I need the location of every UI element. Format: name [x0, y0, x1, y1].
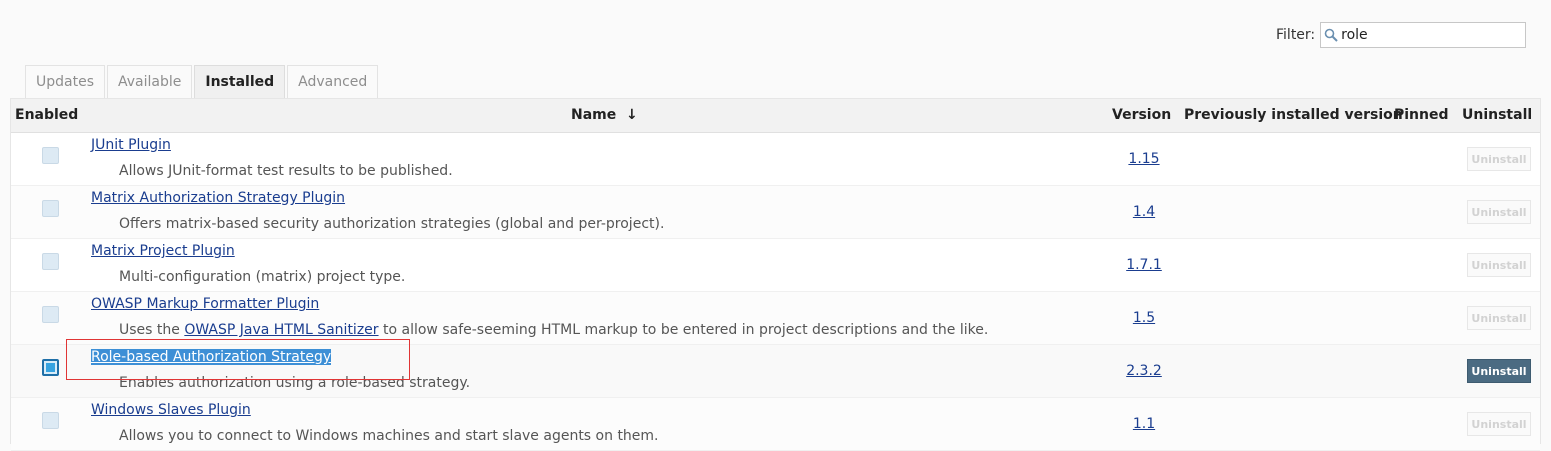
table-header: Enabled Name ↓ Version Previously instal…	[11, 99, 1540, 133]
description-text: Uses the	[119, 322, 185, 338]
plugin-name-link[interactable]: Role-based Authorization Strategy	[91, 349, 332, 365]
enabled-checkbox[interactable]	[42, 359, 59, 376]
uninstall-button[interactable]: Uninstall	[1467, 412, 1531, 436]
filter-input-box[interactable]	[1320, 22, 1527, 48]
table-row: Role-based Authorization Strategy Enable…	[11, 345, 1540, 398]
enabled-checkbox[interactable]	[42, 306, 59, 323]
header-uninstall[interactable]: Uninstall	[1462, 107, 1532, 123]
table-row: Matrix Project Plugin Multi-configuratio…	[11, 239, 1540, 292]
tab-advanced[interactable]: Advanced	[287, 65, 379, 98]
plugin-name-link[interactable]: OWASP Markup Formatter Plugin	[91, 296, 319, 312]
header-enabled[interactable]: Enabled	[15, 107, 78, 123]
plugin-description: Multi-configuration (matrix) project typ…	[119, 269, 406, 285]
tab-available[interactable]: Available	[107, 65, 193, 98]
plugin-description: Uses the OWASP Java HTML Sanitizer to al…	[119, 322, 988, 338]
plugin-tabs: Updates Available Installed Advanced	[25, 65, 380, 98]
tab-updates[interactable]: Updates	[25, 65, 105, 98]
filter-label: Filter:	[1276, 27, 1316, 43]
plugin-version-link[interactable]: 1.4	[1111, 204, 1177, 220]
plugin-name-link[interactable]: Matrix Project Plugin	[91, 243, 235, 259]
uninstall-button[interactable]: Uninstall	[1467, 359, 1531, 383]
table-row: JUnit Plugin Allows JUnit-format test re…	[11, 133, 1540, 186]
description-text: to allow safe-seeming HTML markup to be …	[378, 322, 989, 338]
plugin-name-link[interactable]: Windows Slaves Plugin	[91, 402, 251, 418]
header-version[interactable]: Version	[1112, 107, 1171, 123]
filter-area: Filter:	[1276, 22, 1527, 48]
plugin-description: Enables authorization using a role-based…	[119, 375, 471, 391]
installed-plugins-table: Enabled Name ↓ Version Previously instal…	[10, 98, 1541, 451]
filter-input[interactable]	[1338, 27, 1522, 43]
plugin-version-link[interactable]: 1.7.1	[1111, 257, 1177, 273]
enabled-checkbox[interactable]	[42, 253, 59, 270]
table-row: Windows Slaves Plugin Allows you to conn…	[11, 398, 1540, 451]
table-row: OWASP Markup Formatter Plugin Uses the O…	[11, 292, 1540, 345]
uninstall-button[interactable]: Uninstall	[1467, 200, 1531, 224]
plugin-description: Allows JUnit-format test results to be p…	[119, 163, 453, 179]
owasp-sanitizer-link[interactable]: OWASP Java HTML Sanitizer	[184, 322, 378, 338]
plugin-description: Allows you to connect to Windows machine…	[119, 428, 659, 444]
enabled-checkbox[interactable]	[42, 147, 59, 164]
search-icon	[1324, 28, 1338, 42]
plugin-version-link[interactable]: 1.1	[1111, 416, 1177, 432]
plugin-version-link[interactable]: 1.15	[1111, 151, 1177, 167]
header-name[interactable]: Name ↓	[571, 107, 638, 123]
plugin-description: Offers matrix-based security authorizati…	[119, 216, 665, 232]
tab-installed[interactable]: Installed	[194, 65, 286, 98]
header-previous-version[interactable]: Previously installed version	[1184, 107, 1403, 123]
uninstall-button[interactable]: Uninstall	[1467, 306, 1531, 330]
table-row: Matrix Authorization Strategy Plugin Off…	[11, 186, 1540, 239]
uninstall-button[interactable]: Uninstall	[1467, 253, 1531, 277]
sort-arrow-icon: ↓	[626, 107, 638, 123]
plugin-version-link[interactable]: 1.5	[1111, 310, 1177, 326]
header-name-label: Name	[571, 107, 617, 123]
plugin-name-link[interactable]: Matrix Authorization Strategy Plugin	[91, 190, 345, 206]
uninstall-button[interactable]: Uninstall	[1467, 147, 1531, 171]
plugin-version-link[interactable]: 2.3.2	[1111, 363, 1177, 379]
header-pinned[interactable]: Pinned	[1394, 107, 1449, 123]
plugin-name-link[interactable]: JUnit Plugin	[91, 137, 171, 153]
enabled-checkbox[interactable]	[42, 200, 59, 217]
enabled-checkbox[interactable]	[42, 412, 59, 429]
